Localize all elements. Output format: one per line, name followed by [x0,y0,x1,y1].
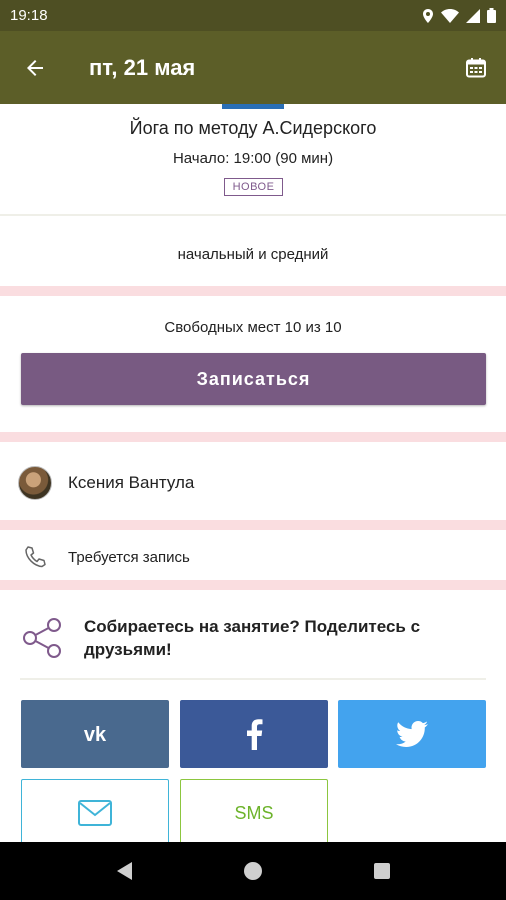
section-separator [0,580,506,590]
avatar [18,466,52,500]
calendar-button[interactable] [446,31,506,104]
booking-row[interactable]: Требуется запись [0,538,506,576]
booking-text: Требуется запись [68,548,190,566]
class-level: начальный и средний [177,246,329,263]
signal-icon [466,8,480,23]
status-time: 19:18 [10,7,48,24]
free-seats: Свободных мест 10 из 10 [164,319,342,336]
new-badge: НОВОЕ [224,178,283,196]
class-start-time: Начало: 19:00 (90 мин) [172,150,334,167]
system-nav-bar [0,842,506,900]
mail-icon [78,800,112,826]
section-separator [0,520,506,530]
system-icons [422,8,496,23]
wifi-icon [441,8,459,23]
sms-share-button[interactable]: SMS [180,779,328,847]
twitter-icon [396,721,428,747]
vk-icon: vk [84,724,107,745]
share-row: Собираетесь на занятие? Поделитесь с дру… [0,608,506,668]
facebook-icon [247,719,263,750]
divider [20,678,486,680]
triangle-back-icon [117,862,133,880]
nav-recents-button[interactable] [352,842,412,900]
teacher-row[interactable]: Ксения Вантула [0,460,506,506]
status-bar: 19:18 [0,0,506,31]
email-share-button[interactable] [21,779,169,847]
calendar-icon [466,57,486,77]
divider [0,214,506,216]
facebook-share-button[interactable] [180,700,328,768]
page-title: пт, 21 мая [89,54,196,80]
share-icon [23,618,61,658]
twitter-share-button[interactable] [338,700,486,768]
battery-icon [487,8,496,23]
location-icon [423,8,433,23]
class-title: Йога по методу А.Сидерского [129,118,377,138]
share-text: Собираетесь на занятие? Поделитесь с дру… [84,617,421,659]
tab-indicator [222,104,284,109]
app-bar: пт, 21 мая [0,31,506,104]
teacher-name: Ксения Вантула [68,473,195,492]
circle-home-icon [243,862,262,880]
square-recents-icon [373,863,390,879]
back-button[interactable] [0,31,70,104]
signup-button[interactable]: Записаться [21,353,486,405]
phone-icon [25,546,46,568]
arrow-left-icon [27,59,43,76]
vk-share-button[interactable]: vk [21,700,169,768]
nav-home-button[interactable] [223,842,283,900]
section-separator [0,286,506,296]
svg-text:vk: vk [84,724,107,745]
section-separator [0,432,506,442]
nav-back-button[interactable] [94,842,154,900]
